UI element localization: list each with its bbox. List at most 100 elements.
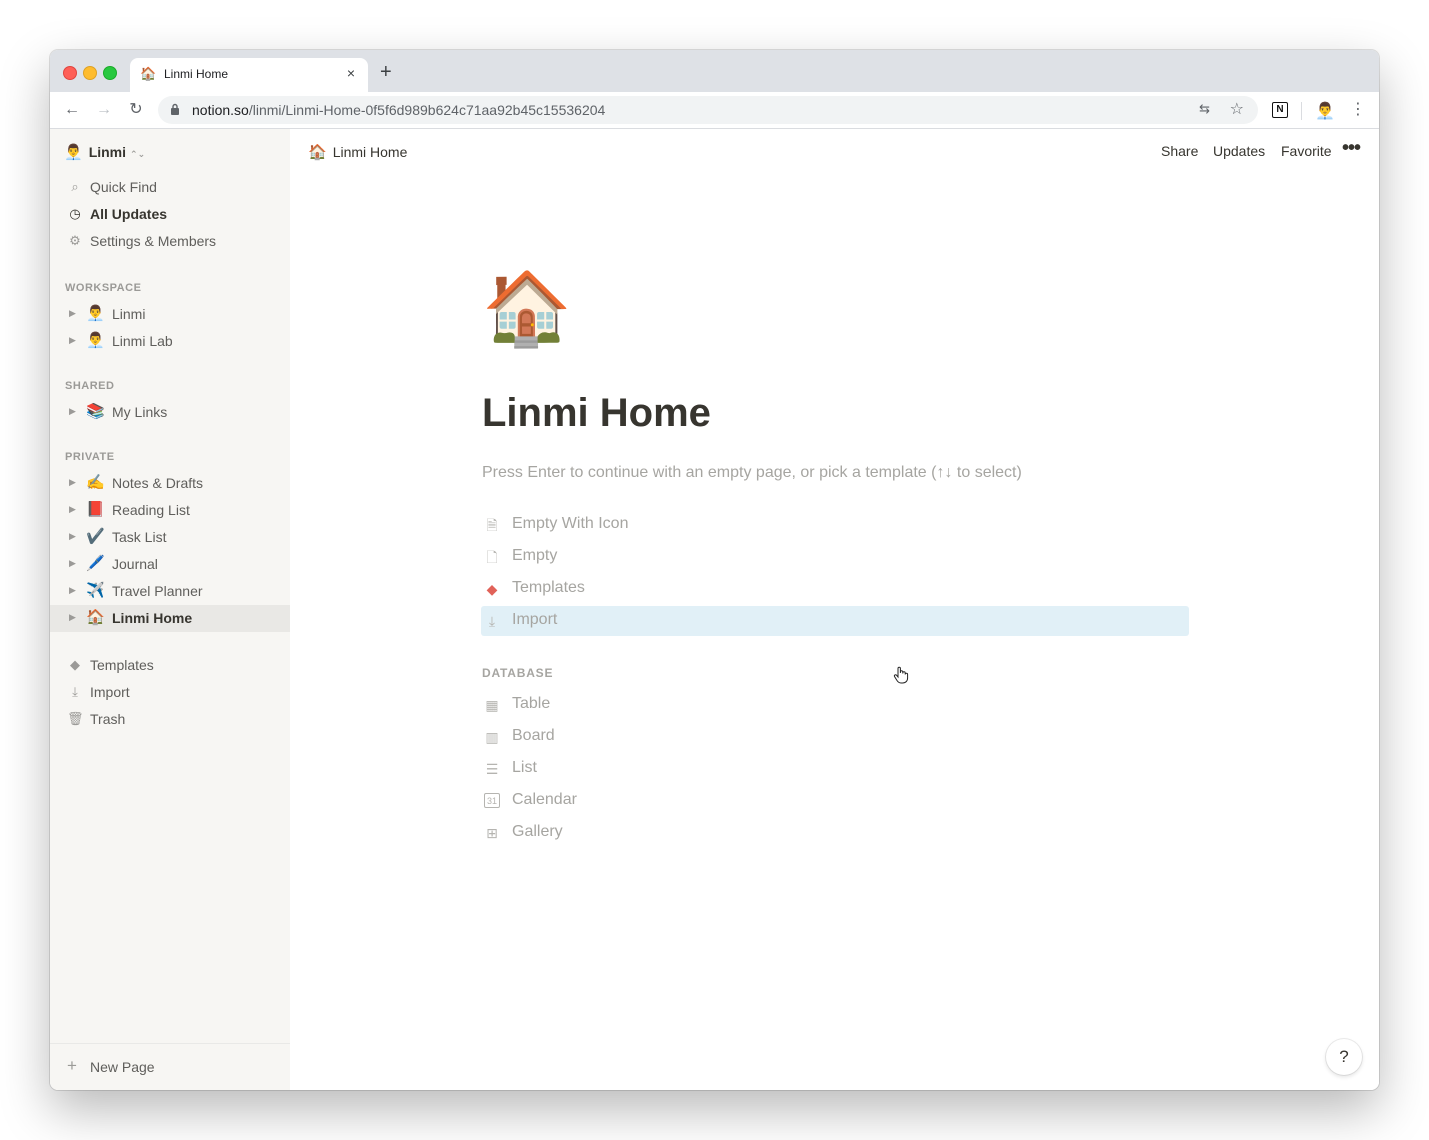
expand-triangle-icon[interactable]: ▶ [69, 504, 76, 515]
sidebar-page-linmi-lab[interactable]: ▶ 👨‍💼 Linmi Lab [50, 328, 290, 355]
database-option-gallery[interactable]: ⊞ Gallery [481, 818, 1189, 848]
profile-avatar[interactable]: 👨‍💼 [1315, 101, 1335, 121]
page-emoji-icon: 🖊️ [86, 555, 105, 572]
template-option-empty-with-icon[interactable]: 🗎 Empty With Icon [481, 510, 1189, 540]
breadcrumb-emoji-icon: 🏠 [308, 144, 327, 161]
browser-tab[interactable]: 🏠 Linmi Home × [130, 58, 368, 92]
expand-triangle-icon[interactable]: ▶ [69, 308, 76, 319]
sidebar-page-reading-list[interactable]: ▶ 📕 Reading List [50, 497, 290, 524]
hand-cursor-icon [893, 666, 909, 684]
templates-icon: ◆ [486, 581, 498, 597]
template-option-label: Templates [512, 579, 585, 596]
expand-triangle-icon[interactable]: ▶ [69, 531, 76, 542]
template-option-empty[interactable]: 🗋 Empty [481, 542, 1189, 572]
updates-button[interactable]: Updates [1213, 143, 1265, 159]
sidebar-page-journal[interactable]: ▶ 🖊️ Journal [50, 551, 290, 578]
page-label: Travel Planner [112, 583, 203, 599]
browser-menu-icon[interactable]: ⋮ [1350, 99, 1366, 119]
page-emoji-icon: ✍️ [86, 474, 105, 491]
sidebar-page-notes-drafts[interactable]: ▶ ✍️ Notes & Drafts [50, 470, 290, 497]
sidebar-item-label: Settings & Members [90, 233, 217, 249]
sidebar-page-travel-planner[interactable]: ▶ ✈️ Travel Planner [50, 578, 290, 605]
page-label: My Links [112, 404, 168, 420]
import-icon: ⤓ [488, 613, 496, 629]
expand-triangle-icon[interactable]: ▶ [69, 477, 76, 488]
workspace-name: Linmi [88, 144, 127, 160]
tab-favicon-icon: 🏠 [140, 66, 157, 81]
more-options-icon[interactable]: ••• [1342, 137, 1361, 160]
url-path: /linmi/Linmi-Home-0f5f6d989b624c71aa92b4… [248, 102, 606, 118]
private-section-header: PRIVATE [65, 451, 115, 463]
breadcrumb-title: Linmi Home [332, 144, 408, 160]
breadcrumb[interactable]: 🏠 Linmi Home [308, 143, 407, 161]
expand-triangle-icon[interactable]: ▶ [69, 612, 76, 623]
sidebar-item-label: All Updates [90, 206, 168, 222]
back-button[interactable]: ← [62, 100, 82, 120]
sidebar-item-trash[interactable]: 🗑 Trash [50, 706, 290, 733]
favorite-button[interactable]: Favorite [1281, 143, 1332, 159]
browser-toolbar: ← → ↻ notion.so/linmi/Linmi-Home-0f5f6d9… [50, 92, 1379, 129]
page-title[interactable]: Linmi Home [482, 391, 711, 436]
browser-window: 🏠 Linmi Home × + ← → ↻ notion.so/linmi/L… [50, 50, 1379, 1090]
share-button[interactable]: Share [1161, 143, 1198, 159]
sidebar-page-task-list[interactable]: ▶ ✔️ Task List [50, 524, 290, 551]
expand-triangle-icon[interactable]: ▶ [69, 558, 76, 569]
reload-button[interactable]: ↻ [126, 100, 146, 120]
database-option-table[interactable]: ▦ Table [481, 690, 1189, 720]
new-tab-button[interactable]: + [380, 62, 392, 82]
tab-title: Linmi Home [164, 67, 229, 81]
close-window-button[interactable] [63, 66, 77, 80]
database-option-list[interactable]: ☰ List [481, 754, 1189, 784]
address-bar[interactable]: notion.so/linmi/Linmi-Home-0f5f6d989b624… [158, 96, 1258, 124]
translate-icon[interactable]: ⇆ [1199, 101, 1210, 117]
minimize-window-button[interactable] [83, 66, 97, 80]
gallery-icon: ⊞ [486, 825, 498, 841]
sidebar-page-my-links[interactable]: ▶ 📚 My Links [50, 399, 290, 426]
toolbar-divider [1301, 102, 1302, 120]
tab-close-icon[interactable]: × [342, 65, 360, 81]
template-option-label: Empty [512, 547, 558, 564]
workspace-switcher[interactable]: 👨‍💼 Linmi ⌃⌄ [64, 143, 145, 163]
template-option-label: Import [512, 611, 558, 628]
page-icon[interactable]: 🏠 [482, 269, 572, 349]
forward-button[interactable]: → [94, 100, 114, 120]
maximize-window-button[interactable] [103, 66, 117, 80]
sidebar-item-label: Templates [90, 657, 154, 673]
page-emoji-icon: ✔️ [86, 528, 105, 545]
sidebar-item-all-updates[interactable]: ◷ All Updates [50, 201, 290, 228]
database-option-label: Table [512, 695, 551, 712]
url-text: notion.so/linmi/Linmi-Home-0f5f6d989b624… [192, 102, 605, 118]
sidebar-item-label: Trash [90, 711, 126, 727]
expand-triangle-icon[interactable]: ▶ [69, 585, 76, 596]
sidebar-item-settings[interactable]: ⚙ Settings & Members [50, 228, 290, 255]
lock-icon [171, 103, 179, 115]
page-emoji-icon: 👨‍💼 [86, 332, 105, 349]
sidebar-page-linmi[interactable]: ▶ 👨‍💼 Linmi [50, 301, 290, 328]
sidebar-item-quick-find[interactable]: ⌕ Quick Find [50, 174, 290, 201]
page-emoji-icon: 📚 [86, 403, 105, 420]
sidebar-item-import[interactable]: ⤓ Import [50, 679, 290, 706]
expand-triangle-icon[interactable]: ▶ [69, 335, 76, 346]
database-section-header: DATABASE [482, 666, 554, 680]
new-page-button[interactable]: + New Page [50, 1043, 290, 1090]
page-emoji-icon: 👨‍💼 [86, 305, 105, 322]
main-content: 🏠 Linmi Home Share Updates Favorite ••• 🏠… [290, 129, 1379, 1090]
clock-icon: ◷ [69, 206, 81, 221]
database-option-board[interactable]: ▥ Board [481, 722, 1189, 752]
sidebar-page-linmi-home[interactable]: ▶ 🏠 Linmi Home [50, 605, 290, 632]
board-icon: ▥ [485, 729, 499, 745]
page-label: Journal [112, 556, 158, 572]
sidebar-item-templates[interactable]: ◆ Templates [50, 652, 290, 679]
help-button[interactable]: ? [1326, 1039, 1362, 1075]
expand-triangle-icon[interactable]: ▶ [69, 406, 76, 417]
new-page-label: New Page [90, 1059, 155, 1075]
database-option-calendar[interactable]: 31 Calendar [481, 786, 1189, 816]
template-option-import[interactable]: ⤓ Import [481, 606, 1189, 636]
page-label: Task List [112, 529, 167, 545]
tab-strip: 🏠 Linmi Home × + [50, 50, 1379, 92]
notion-extension-icon[interactable]: N [1272, 102, 1288, 118]
bookmark-star-icon[interactable]: ☆ [1230, 99, 1244, 119]
template-option-templates[interactable]: ◆ Templates [481, 574, 1189, 604]
page-label: Reading List [112, 502, 190, 518]
chevron-updown-icon: ⌃⌄ [130, 149, 146, 159]
